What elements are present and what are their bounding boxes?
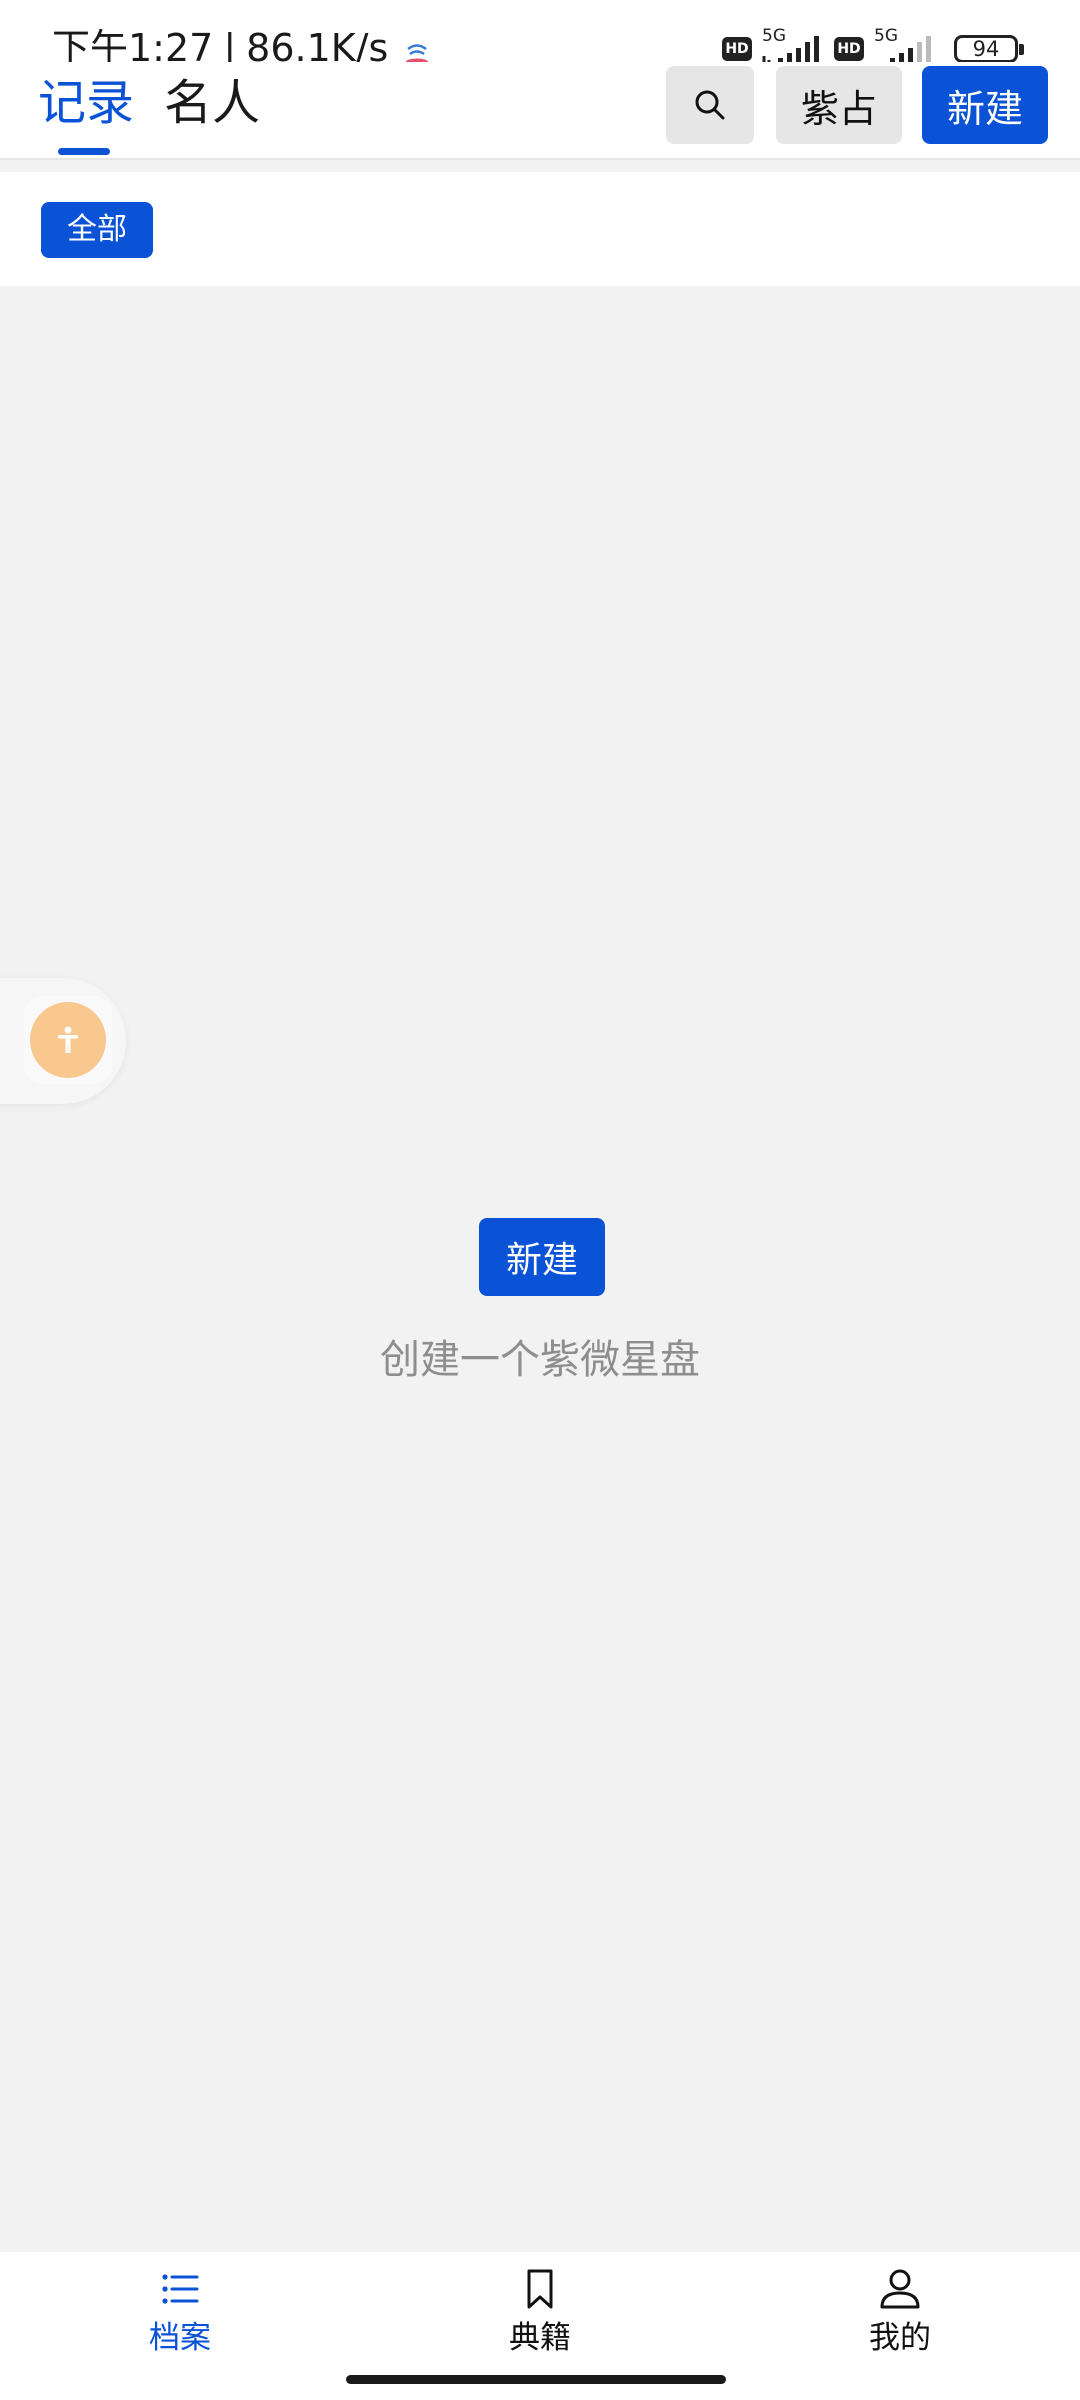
nav-label-mine: 我的 [869, 2320, 931, 2356]
nav-item-classics[interactable]: 典籍 [440, 2252, 640, 2372]
signal-sim2: 5G [872, 26, 938, 66]
floating-accessibility-inner [24, 996, 112, 1084]
bookmark-icon [527, 2269, 553, 2309]
search-button[interactable] [666, 66, 754, 144]
active-tab-indicator [58, 148, 110, 155]
floating-accessibility-tab[interactable] [0, 978, 126, 1104]
search-icon [695, 90, 725, 120]
accessibility-person-icon [58, 1026, 78, 1053]
hd-badge-sim2: HD [834, 37, 864, 61]
filter-bar: 全部 [0, 172, 1080, 286]
nav-label-classics: 典籍 [509, 2320, 571, 2356]
nav-label-archive: 档案 [149, 2320, 211, 2356]
ziwei-divination-button[interactable]: 紫占 [776, 66, 902, 144]
signal-sim1: 5G [760, 26, 826, 66]
top-header: 记录 名人 紫占 新建 [0, 62, 1080, 160]
battery-icon: 94 [954, 35, 1024, 63]
tab-celebrities[interactable]: 名人 [164, 68, 260, 138]
tab-records[interactable]: 记录 [38, 68, 134, 138]
status-right: HD 5G HD 5G 94 [722, 26, 1024, 66]
home-indicator[interactable] [346, 2375, 726, 2384]
person-icon [880, 2269, 920, 2309]
signal-bars-icon [890, 36, 931, 66]
accessibility-button[interactable] [30, 1002, 106, 1078]
cloud-app-icon [402, 33, 432, 66]
app-screen: 下午1:27 | 86.1K/s HD 5G HD 5G 94 记录 名人 紫占… [0, 0, 1080, 2400]
status-bar: 下午1:27 | 86.1K/s HD 5G HD 5G 94 [0, 0, 1080, 70]
signal-bars-icon [762, 36, 819, 66]
empty-state-message: 创建一个紫微星盘 [380, 1337, 700, 1383]
list-icon [162, 2274, 199, 2304]
nav-item-mine[interactable]: 我的 [800, 2252, 1000, 2372]
hd-badge-sim1: HD [722, 37, 752, 61]
new-button[interactable]: 新建 [922, 66, 1048, 144]
nav-item-archive[interactable]: 档案 [80, 2252, 280, 2372]
empty-state-new-button[interactable]: 新建 [479, 1218, 605, 1296]
filter-all-chip[interactable]: 全部 [41, 202, 153, 258]
